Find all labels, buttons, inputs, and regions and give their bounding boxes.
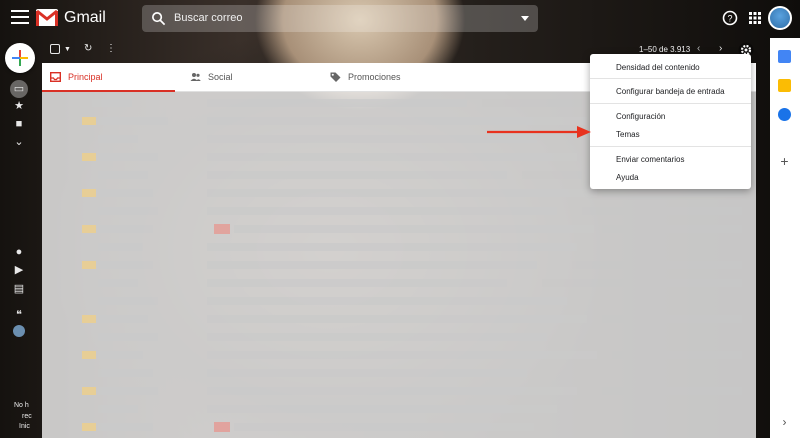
menu-item-feedback[interactable]: Enviar comentarios: [616, 155, 684, 164]
list-item[interactable]: [42, 402, 756, 416]
video-icon[interactable]: ▶: [13, 264, 25, 276]
left-rail-text-1: No h: [14, 402, 29, 409]
tab-label: Promociones: [348, 72, 401, 82]
list-item[interactable]: [42, 366, 756, 380]
list-item[interactable]: [42, 240, 756, 254]
tag-icon: [330, 72, 341, 82]
list-item[interactable]: [42, 384, 756, 398]
list-item[interactable]: [42, 348, 756, 362]
contact-avatar[interactable]: [13, 325, 25, 337]
next-page-icon[interactable]: ›: [719, 43, 722, 54]
annotation-arrow: [487, 126, 591, 138]
tab-promociones[interactable]: Promociones: [322, 63, 462, 92]
menu-item-themes[interactable]: Temas: [616, 130, 640, 139]
select-caret-icon[interactable]: ▼: [64, 46, 71, 53]
right-rail: + ›: [770, 38, 800, 438]
calendar-icon[interactable]: [778, 50, 791, 63]
pagination-text: 1–50 de 3.913: [639, 45, 691, 54]
list-item[interactable]: [42, 222, 756, 236]
expand-panel-icon[interactable]: ›: [778, 416, 791, 429]
keep-icon[interactable]: [778, 79, 791, 92]
compose-button[interactable]: [5, 43, 35, 73]
menu-item-help[interactable]: Ayuda: [616, 173, 639, 182]
left-rail-text-2: rec: [22, 413, 32, 420]
list-item[interactable]: [42, 258, 756, 272]
menu-divider: [590, 146, 751, 147]
menu-icon[interactable]: [11, 10, 29, 24]
hangouts-icon[interactable]: ❝: [13, 309, 25, 321]
menu-item-density[interactable]: Densidad del contenido: [616, 63, 700, 72]
star-icon[interactable]: ★: [13, 100, 25, 112]
left-rail: [0, 38, 40, 438]
inbox-icon: [50, 72, 61, 82]
tab-label: Social: [208, 72, 233, 82]
menu-item-settings[interactable]: Configuración: [616, 112, 665, 121]
left-rail-text-3: Inic: [19, 423, 30, 430]
keyboard-icon[interactable]: ▤: [13, 283, 25, 295]
tab-principal[interactable]: Principal: [42, 63, 175, 92]
menu-divider: [590, 103, 751, 104]
tasks-icon[interactable]: [778, 108, 791, 121]
avatar[interactable]: [768, 6, 792, 30]
search-icon[interactable]: [151, 11, 166, 26]
more-vert-icon[interactable]: ⋮: [106, 43, 116, 54]
refresh-icon[interactable]: ↻: [84, 43, 92, 54]
add-addon-icon[interactable]: +: [778, 154, 791, 168]
prev-page-icon[interactable]: ‹: [697, 43, 700, 54]
app-name[interactable]: Gmail: [64, 9, 106, 27]
list-item[interactable]: [42, 420, 756, 434]
menu-divider: [590, 78, 751, 79]
location-pin-icon[interactable]: ●: [13, 246, 25, 258]
list-item[interactable]: [42, 330, 756, 344]
apps-grid-icon[interactable]: [747, 10, 763, 26]
list-item[interactable]: [42, 204, 756, 218]
search-options-icon[interactable]: [521, 16, 529, 21]
settings-menu: Densidad del contenido Configurar bandej…: [590, 54, 751, 189]
select-checkbox[interactable]: [50, 44, 60, 54]
menu-item-configure-inbox[interactable]: Configurar bandeja de entrada: [616, 87, 725, 96]
chevron-down-icon[interactable]: ⌄: [13, 136, 25, 148]
gmail-logo-icon[interactable]: [36, 9, 58, 26]
list-item[interactable]: [42, 294, 756, 308]
inbox-nav-icon[interactable]: ▭: [10, 80, 28, 98]
people-icon: [190, 73, 201, 81]
list-item[interactable]: [42, 276, 756, 290]
top-bar: Gmail Buscar correo ?: [0, 0, 800, 38]
tab-label: Principal: [68, 72, 103, 82]
svg-text:?: ?: [727, 14, 732, 24]
search-input[interactable]: Buscar correo: [174, 12, 242, 24]
tab-social[interactable]: Social: [182, 63, 315, 92]
list-item[interactable]: [42, 312, 756, 326]
search-bar[interactable]: Buscar correo: [142, 5, 538, 32]
help-icon[interactable]: ?: [722, 10, 738, 26]
trash-icon[interactable]: ■: [13, 118, 25, 130]
